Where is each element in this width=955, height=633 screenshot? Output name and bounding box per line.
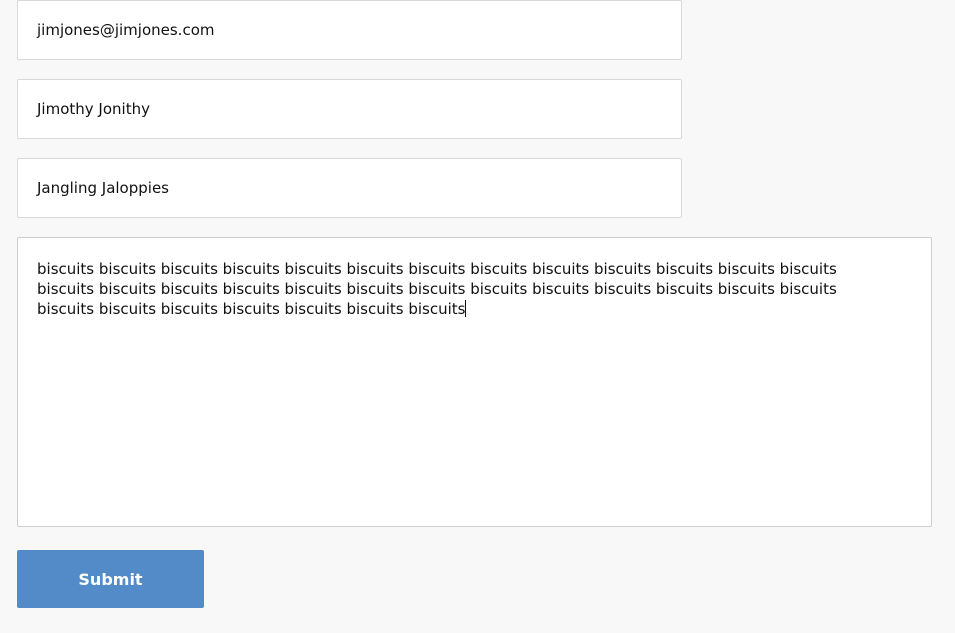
name-field[interactable]: Jimothy Jonithy xyxy=(17,79,682,139)
message-textarea-content: biscuits biscuits biscuits biscuits bisc… xyxy=(37,259,875,319)
email-field[interactable]: jimjones@jimjones.com xyxy=(17,0,682,60)
submit-button[interactable]: Submit xyxy=(17,550,204,608)
message-textarea-value: biscuits biscuits biscuits biscuits bisc… xyxy=(37,260,837,318)
name-field-value: Jimothy Jonithy xyxy=(37,100,150,118)
text-cursor xyxy=(465,300,467,317)
message-textarea[interactable]: biscuits biscuits biscuits biscuits bisc… xyxy=(17,237,932,527)
email-field-value: jimjones@jimjones.com xyxy=(37,21,215,39)
company-field[interactable]: Jangling Jaloppies xyxy=(17,158,682,218)
company-field-value: Jangling Jaloppies xyxy=(37,179,169,197)
